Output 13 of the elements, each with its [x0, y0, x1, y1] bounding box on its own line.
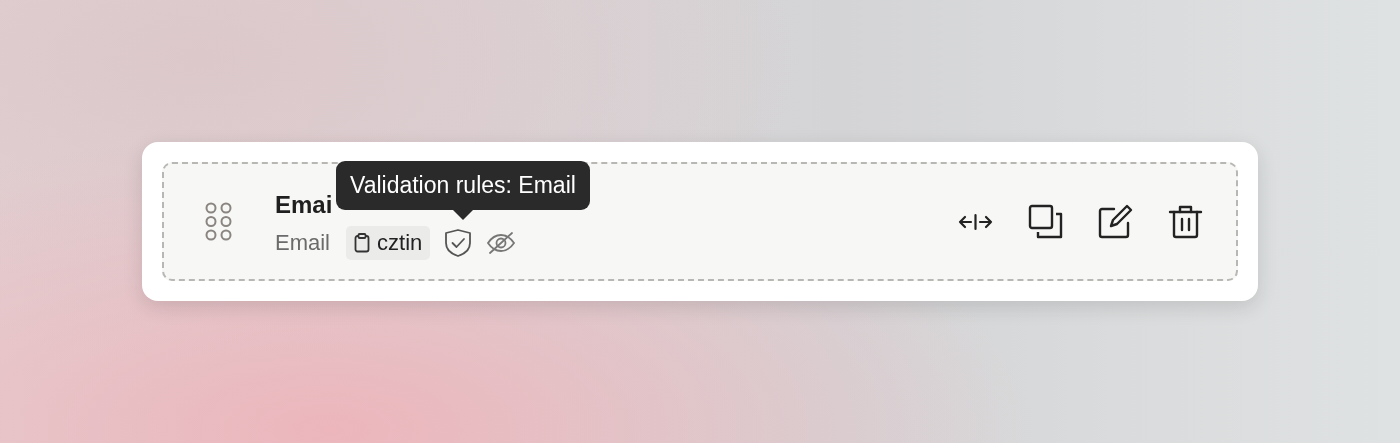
resize-width-icon[interactable]: [958, 211, 993, 232]
field-title: Emai: [275, 189, 333, 220]
drag-handle-icon[interactable]: [205, 202, 232, 241]
edit-icon[interactable]: [1098, 204, 1133, 239]
tooltip: Validation rules: Email: [336, 161, 590, 210]
clipboard-icon: [354, 232, 370, 253]
duplicate-icon[interactable]: [1028, 204, 1063, 239]
eye-off-icon[interactable]: [486, 230, 517, 255]
tooltip-pointer: [452, 210, 473, 220]
shield-check-icon[interactable]: [444, 227, 473, 258]
field-type: Email: [275, 229, 330, 256]
key-chip: cztin: [346, 225, 431, 260]
delete-icon[interactable]: [1168, 204, 1203, 239]
